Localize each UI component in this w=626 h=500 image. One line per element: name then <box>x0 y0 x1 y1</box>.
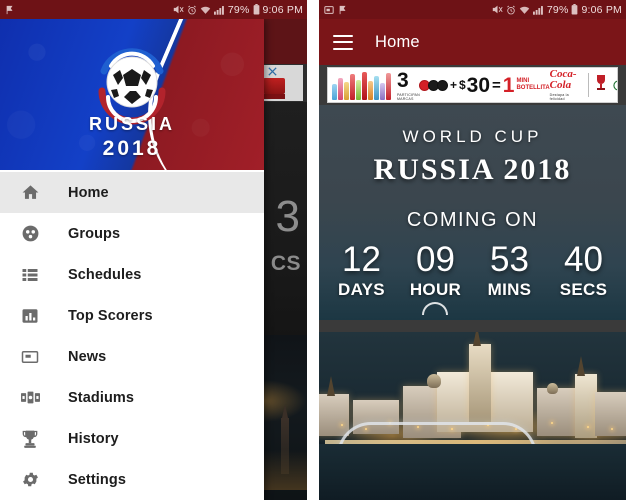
right-phone-screen: 3 PARTICIPAN MARCAS + $ 30 = 1 MINI BOTE… <box>318 0 626 500</box>
coca-cola-tagline: Destapa la felicidad <box>549 93 569 101</box>
coca-cola-logo: Coca-Cola <box>549 68 577 91</box>
ad-price: 30 <box>466 73 490 97</box>
sidebar-item-news[interactable]: News <box>0 336 264 377</box>
sidebar-item-label: News <box>68 348 107 365</box>
sidebar-item-groups[interactable]: Groups <box>0 213 264 254</box>
wifi-icon <box>200 5 211 15</box>
close-icon[interactable] <box>267 66 278 77</box>
scrim-partial-number: 3 <box>275 192 302 241</box>
ad-result-count: 1 <box>502 73 515 97</box>
ad-separator <box>587 73 589 97</box>
hero-subtitle: WORLD CUP <box>402 127 543 146</box>
wifi-icon <box>519 5 530 15</box>
sidebar-item-schedules[interactable]: Schedules <box>0 254 264 295</box>
ad-fine-print: PARTICIPAN MARCAS <box>396 92 420 101</box>
adchoices-info-icon[interactable]: i <box>612 79 618 91</box>
ad-plus-sign: + <box>449 78 457 92</box>
signal-icon <box>213 5 225 15</box>
sidebar-item-settings[interactable]: Settings <box>0 459 264 500</box>
mute-icon <box>492 4 503 15</box>
countdown-value: 09 <box>416 240 455 279</box>
clock-time: 9:06 PM <box>262 3 304 16</box>
sidebar-item-label: Groups <box>68 225 121 242</box>
drawer-menu-list: Home Groups Schedules Top Scorers News S… <box>0 170 264 500</box>
drawer-header-year: 2018 <box>102 137 162 160</box>
countdown-cell-days: 12 DAYS <box>328 240 394 315</box>
sidebar-item-label: Settings <box>68 471 126 488</box>
home-icon <box>17 181 43 205</box>
groups-icon <box>17 222 43 246</box>
svg-text:i: i <box>617 83 618 90</box>
drawer-header: RUSSIA 2018 <box>0 19 264 170</box>
navigation-drawer: RUSSIA 2018 Home Groups Schedules Top Sc… <box>0 19 264 500</box>
advertisement-banner[interactable]: 3 PARTICIPAN MARCAS + $ 30 = 1 MINI BOTE… <box>326 67 618 103</box>
ad-bottles-image <box>331 70 391 100</box>
bottle-caps-icon <box>418 79 448 91</box>
mute-icon <box>173 4 184 15</box>
sidebar-item-home[interactable]: Home <box>0 172 264 213</box>
countdown-cell-secs: 40 SECS <box>550 240 616 315</box>
screenshot-icon <box>324 5 334 15</box>
scrim-partial-label: CS <box>270 252 302 275</box>
hero-section: WORLD CUP RUSSIA 2018 COMING ON 12 DAYS … <box>318 105 626 500</box>
moskva-river <box>318 444 626 500</box>
sidebar-item-label: Schedules <box>68 266 142 283</box>
sidebar-item-stadiums[interactable]: Stadiums <box>0 377 264 418</box>
countdown-value: 12 <box>342 240 381 279</box>
status-bar: 79% 9:06 PM <box>318 0 626 19</box>
list-icon <box>17 263 43 287</box>
trophy-icon <box>17 427 43 451</box>
dual-screenshot-container: i 3 CS <box>0 0 626 500</box>
coming-on-label: COMING ON <box>406 209 539 231</box>
battery-icon <box>571 4 578 15</box>
countdown-value: 53 <box>490 240 529 279</box>
stadium-icon <box>17 386 43 410</box>
sidebar-item-history[interactable]: History <box>0 418 264 459</box>
sidebar-item-label: History <box>68 430 119 447</box>
decorative-arc <box>422 301 449 315</box>
countdown-value: 40 <box>564 240 603 279</box>
countdown-cell-mins: 53 MINS <box>476 240 542 315</box>
flag-icon <box>5 5 15 15</box>
ad-band: 3 PARTICIPAN MARCAS + $ 30 = 1 MINI BOTE… <box>318 65 626 105</box>
battery-icon <box>253 4 260 15</box>
battery-percent: 79% <box>546 3 569 16</box>
signal-icon <box>532 5 544 15</box>
ad-trophy-image <box>594 74 608 97</box>
clock-time: 9:06 PM <box>581 3 622 16</box>
countdown-cell-hours: 09 HOUR <box>402 240 468 315</box>
flag-icon <box>338 5 348 15</box>
alarm-icon <box>187 5 197 15</box>
ad-result-label: MINI BOTELLITA <box>516 78 550 91</box>
countdown-unit: SECS <box>559 279 608 299</box>
countdown-unit: MINS <box>487 279 532 299</box>
countdown-unit: HOUR <box>409 279 462 299</box>
app-bar: Home <box>318 19 626 65</box>
countdown-unit: DAYS <box>338 279 385 299</box>
sidebar-item-label: Home <box>68 184 109 201</box>
sidebar-item-label: Stadiums <box>68 389 135 406</box>
main-content: 3 PARTICIPAN MARCAS + $ 30 = 1 MINI BOTE… <box>318 65 626 500</box>
status-bar: 79% 9:06 PM <box>0 0 308 19</box>
gear-icon <box>17 468 43 492</box>
bar-chart-icon <box>17 304 43 328</box>
alarm-icon <box>506 5 516 15</box>
page-title: Home <box>374 32 420 51</box>
ad-offer-count: 3 <box>396 68 409 92</box>
ad-currency-sign: $ <box>458 78 466 92</box>
ad-equals-sign: = <box>492 76 501 94</box>
drawer-header-title: RUSSIA <box>88 114 175 134</box>
hero-title: RUSSIA 2018 <box>373 153 572 186</box>
sidebar-item-label: Top Scorers <box>68 307 153 324</box>
hero-text-block: WORLD CUP RUSSIA 2018 COMING ON 12 DAYS … <box>319 105 626 315</box>
left-phone-screen: i 3 CS <box>0 0 308 500</box>
hamburger-icon[interactable] <box>332 34 353 50</box>
sidebar-item-top-scorers[interactable]: Top Scorers <box>0 295 264 336</box>
countdown-timer: 12 DAYS 09 HOUR 53 MINS 40 SECS <box>319 240 626 315</box>
news-icon <box>17 345 43 369</box>
battery-percent: 79% <box>227 3 250 16</box>
kremlin-night-photo <box>318 332 626 500</box>
panel-divider <box>307 0 313 500</box>
